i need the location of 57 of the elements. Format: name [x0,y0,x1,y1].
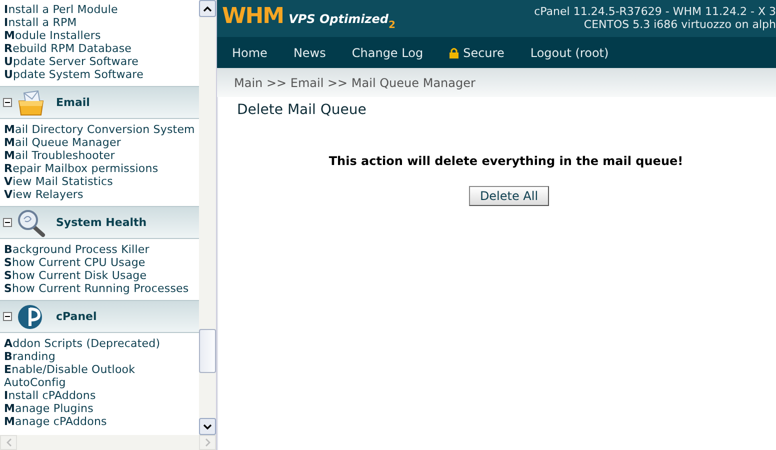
caret-left-icon [6,438,12,447]
version-text: cPanel 11.24.5-R37629 - WHM 11.24.2 - X 3 [534,5,776,18]
system-text: CENTOS 5.3 i686 virtuozzo on alph [584,18,776,31]
product-name: VPS Optimized [288,12,388,26]
scroll-up-button[interactable] [199,0,216,17]
sidebar-link[interactable]: Install cPAddons [4,389,200,402]
sidebar-link[interactable]: AutoConfig [4,376,200,389]
sidebar-link[interactable]: Addon Scripts (Deprecated) [4,337,200,350]
sidebar-link[interactable]: Repair Mailbox permissions [4,162,200,175]
delete-all-button[interactable]: Delete All [468,186,550,206]
nav-link[interactable]: Home [232,46,268,60]
section-title: System Health [56,216,147,229]
sidebar-link[interactable]: View Relayers [4,188,200,201]
collapse-icon[interactable] [3,218,12,227]
section-header[interactable]: System Health [0,206,200,239]
mail-tray-icon [16,88,46,116]
sidebar-link[interactable]: Show Current CPU Usage [4,256,200,269]
brand-logo: WHM [222,4,284,29]
nav-link[interactable]: Change Log [352,46,424,60]
sidebar-link[interactable]: Install a Perl Module [4,3,200,16]
sidebar-link[interactable]: Mail Troubleshooter [4,149,200,162]
collapse-icon[interactable] [3,98,12,107]
sidebar-link[interactable]: Install a RPM [4,16,200,29]
nav-link[interactable]: Secure [449,46,504,60]
magnifier-icon [16,208,46,236]
scroll-down-button[interactable] [199,418,216,435]
lock-icon [449,46,460,58]
sidebar-link[interactable]: Manage cPAddons [4,415,200,428]
collapse-icon[interactable] [3,312,12,321]
vertical-scrollbar[interactable] [199,0,216,435]
sidebar-link[interactable]: Branding [4,350,200,363]
caret-right-icon [204,438,210,447]
sidebar-link[interactable]: Update Server Software [4,55,200,68]
breadcrumb: Main >> Email >> Mail Queue Manager [234,76,476,90]
sidebar-link[interactable]: Mail Queue Manager [4,136,200,149]
caret-up-icon [203,6,212,12]
sidebar-link[interactable]: View Mail Statistics [4,175,200,188]
sidebar-link[interactable]: Enable/Disable Outlook [4,363,200,376]
warning-text: This action will delete everything in the mail queue! [328,154,684,168]
nav-link[interactable]: Logout (root) [530,46,609,60]
section-header[interactable]: cPanel [0,300,200,333]
sidebar-link[interactable]: Rebuild RPM Database [4,42,200,55]
caret-down-icon [203,424,212,430]
sidebar-link[interactable]: Update System Software [4,68,200,81]
sidebar-link[interactable]: Show Current Disk Usage [4,269,200,282]
sidebar-link[interactable]: Background Process Killer [4,243,200,256]
sidebar-link[interactable]: Manage Plugins [4,402,200,415]
section-title: Email [56,96,90,109]
sidebar-link[interactable]: Module Installers [4,29,200,42]
sidebar-link[interactable]: Mail Directory Conversion System [4,123,200,136]
scroll-thumb[interactable] [199,329,216,373]
edition-number: 2 [388,20,396,31]
nav-link[interactable]: News [293,46,326,60]
sidebar-link[interactable]: Show Current Running Processes [4,282,200,295]
section-header[interactable]: Email [0,86,200,119]
page-title: Delete Mail Queue [237,102,368,118]
section-title: cPanel [56,310,97,323]
